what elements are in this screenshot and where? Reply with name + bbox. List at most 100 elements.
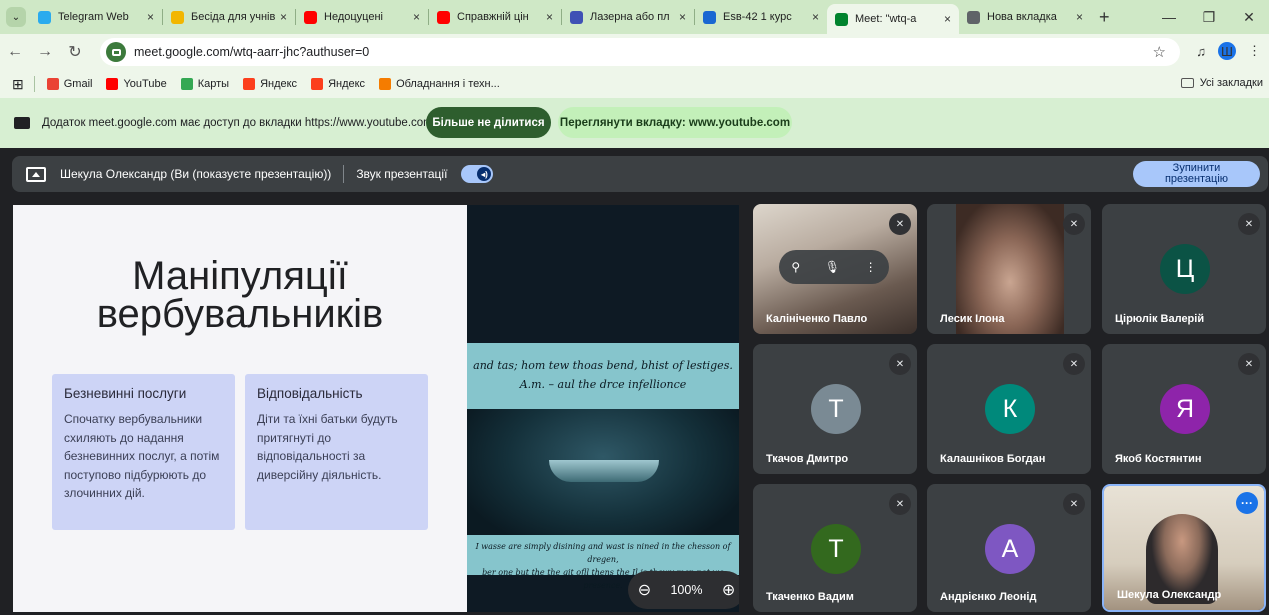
screen-share-icon <box>14 117 30 129</box>
close-tab-icon[interactable]: × <box>1076 10 1083 24</box>
banner-text: Додаток meet.google.com має доступ до вк… <box>42 117 433 129</box>
tab-youtube-2[interactable]: Справжній цін × <box>429 4 561 30</box>
bookmark-equipment[interactable]: Обладнання і техн... <box>379 78 500 90</box>
chrome-icon <box>967 10 980 24</box>
more-options-icon[interactable]: ⋮ <box>865 260 877 274</box>
tab-chat[interactable]: Бесіда для учнів × <box>163 4 295 30</box>
tab-strip: Telegram Web × Бесіда для учнів × Недоцуце… <box>30 0 1110 34</box>
more-options-icon[interactable]: ··· <box>1236 492 1258 514</box>
card-body: Діти та їхні батьки будуть притягнуті до… <box>257 412 398 482</box>
tab-telegram[interactable]: Telegram Web × <box>30 4 162 30</box>
presentation-sound-toggle[interactable]: ◂) <box>461 165 494 183</box>
tab-new[interactable]: Нова вкладка × <box>959 4 1091 30</box>
bookmark-gmail[interactable]: Gmail <box>46 78 92 90</box>
participant-tile[interactable]: ✕ Т Ткачов Дмитро <box>753 344 917 474</box>
forward-icon[interactable]: → <box>30 43 60 61</box>
site-info-icon[interactable] <box>106 42 126 62</box>
tab-youtube-1[interactable]: Недоцуцені × <box>296 4 428 30</box>
apps-grid-icon[interactable]: ⊞ <box>12 76 24 93</box>
participant-tile[interactable]: ✕ Я Якоб Костянтин <box>1102 344 1266 474</box>
close-tab-icon[interactable]: × <box>679 10 686 24</box>
yandex-icon <box>243 78 256 90</box>
maps-icon <box>180 78 193 90</box>
participant-name: Лесик Ілона <box>940 313 1005 325</box>
participant-tile[interactable]: ✕ Лесик Ілона <box>927 204 1091 334</box>
back-icon[interactable]: ← <box>0 43 30 61</box>
reload-icon[interactable]: ↻ <box>60 42 90 62</box>
pin-icon[interactable]: ⚲ <box>791 260 800 274</box>
tab-classroom[interactable]: Еsв-42 1 курс × <box>695 4 827 30</box>
browser-toolbar: ← → ↻ meet.google.com/wtq-aarr-jhc?authu… <box>0 34 1269 70</box>
mute-icon[interactable]: 🎙 <box>825 260 840 274</box>
speaker-icon: ◂) <box>477 167 492 181</box>
classroom-icon <box>703 10 716 24</box>
media-control-icon[interactable]: ♫ <box>1196 44 1206 59</box>
window-controls: — ❐ ✕ <box>1149 0 1269 34</box>
mic-off-icon: ✕ <box>1063 353 1085 375</box>
youtube-icon <box>437 10 450 24</box>
toolbar-right-icons: ♫ Ш ⋮ <box>1184 42 1261 60</box>
bookmark-youtube[interactable]: YouTube <box>106 78 167 90</box>
equipment-icon <box>379 78 392 90</box>
tab-search-button[interactable]: ⌄ <box>6 7 26 27</box>
participant-name: Андрієнко Леонід <box>940 591 1037 603</box>
close-tab-icon[interactable]: × <box>812 10 819 24</box>
slide-image-panel: and tas; hom tew thoas bend, bhist of le… <box>467 205 739 612</box>
stop-presenting-button[interactable]: Зупинити презентацію <box>1133 161 1260 187</box>
tile-hover-controls: ⚲ 🎙 ⋮ <box>779 250 889 284</box>
participant-avatar: Ц <box>1160 244 1210 294</box>
mic-off-icon: ✕ <box>1063 493 1085 515</box>
minimize-icon[interactable]: — <box>1149 9 1189 25</box>
stop-sharing-button[interactable]: Більше не ділитися <box>426 107 551 138</box>
close-tab-icon[interactable]: × <box>944 12 951 26</box>
view-tab-button[interactable]: Переглянути вкладку: www.youtube.com <box>558 107 792 138</box>
participant-name: Калашніков Богдан <box>940 453 1046 465</box>
slide-text-panel: Маніпуляції вербувальників Безневинні пос… <box>13 205 467 612</box>
participant-tile[interactable]: ⚲ 🎙 ⋮ ✕ Калініченко Павло <box>753 204 917 334</box>
zoom-out-icon[interactable]: ⊖ <box>638 580 651 600</box>
card-heading: Безневинні послуги <box>64 386 187 401</box>
presenter-label: Шекула Олександр (Ви (показуєте презента… <box>60 167 332 181</box>
grin-image <box>549 460 659 482</box>
bookmark-yandex-1[interactable]: Яндекс <box>243 78 297 90</box>
participant-name: Ткачов Дмитро <box>766 453 849 465</box>
menu-icon[interactable]: ⋮ <box>1248 43 1261 59</box>
close-tab-icon[interactable]: × <box>280 10 287 24</box>
browser-tab-bar: ⌄ Telegram Web × Бесіда для учнів × Недоцу… <box>0 0 1269 34</box>
zoom-level: 100% <box>670 583 703 597</box>
bookmark-star-icon[interactable]: ☆ <box>1153 43 1166 61</box>
new-tab-icon[interactable]: + <box>1099 7 1110 28</box>
url-text: meet.google.com/wtq-aarr-jhc?authuser=0 <box>134 45 370 59</box>
profile-avatar[interactable]: Ш <box>1218 42 1236 60</box>
slide-card-responsibility: Відповідальність Діти та їхні батьки буд… <box>245 374 428 530</box>
close-tab-icon[interactable]: × <box>413 10 420 24</box>
participant-tile[interactable]: ✕ К Калашніков Богдан <box>927 344 1091 474</box>
self-tile[interactable]: ··· Шекула Олександр <box>1102 484 1266 612</box>
presentation-sound-label: Звук презентації <box>356 167 448 181</box>
gmail-icon <box>46 78 59 90</box>
close-tab-icon[interactable]: × <box>546 10 553 24</box>
shared-slide: Маніпуляції вербувальників Безневинні пос… <box>13 205 739 612</box>
restore-icon[interactable]: ❐ <box>1189 9 1229 26</box>
bookmark-yandex-2[interactable]: Яндекс <box>311 78 365 90</box>
participant-tile[interactable]: ✕ Ц Цірюлік Валерій <box>1102 204 1266 334</box>
zoom-in-icon[interactable]: ⊕ <box>722 580 735 600</box>
address-bar[interactable]: meet.google.com/wtq-aarr-jhc?authuser=0 … <box>100 38 1180 66</box>
all-bookmarks[interactable]: Усі закладки <box>1180 77 1263 89</box>
participant-tile[interactable]: ✕ Т Ткаченко Вадим <box>753 484 917 612</box>
card-body: Спочатку вербувальники схиляють до надан… <box>64 412 220 500</box>
bookmark-separator <box>33 76 35 92</box>
mic-off-icon: ✕ <box>1238 213 1260 235</box>
participant-tile[interactable]: ✕ А Андрієнко Леонід <box>927 484 1091 612</box>
bookmark-maps[interactable]: Карты <box>180 78 229 90</box>
close-window-icon[interactable]: ✕ <box>1229 9 1269 26</box>
mic-off-icon: ✕ <box>889 353 911 375</box>
image-caption-top: and tas; hom tew thoas bend, bhist of le… <box>467 343 739 409</box>
participant-name: Якоб Костянтин <box>1115 453 1202 465</box>
tab-meet[interactable]: Meet: "wtq-a × <box>827 4 959 34</box>
document-icon <box>570 10 583 24</box>
tab-laser[interactable]: Лазерна або пл × <box>562 4 694 30</box>
youtube-icon <box>304 10 317 24</box>
close-tab-icon[interactable]: × <box>147 10 154 24</box>
presentation-bar: Шекула Олександр (Ви (показуєте презента… <box>12 156 1268 192</box>
